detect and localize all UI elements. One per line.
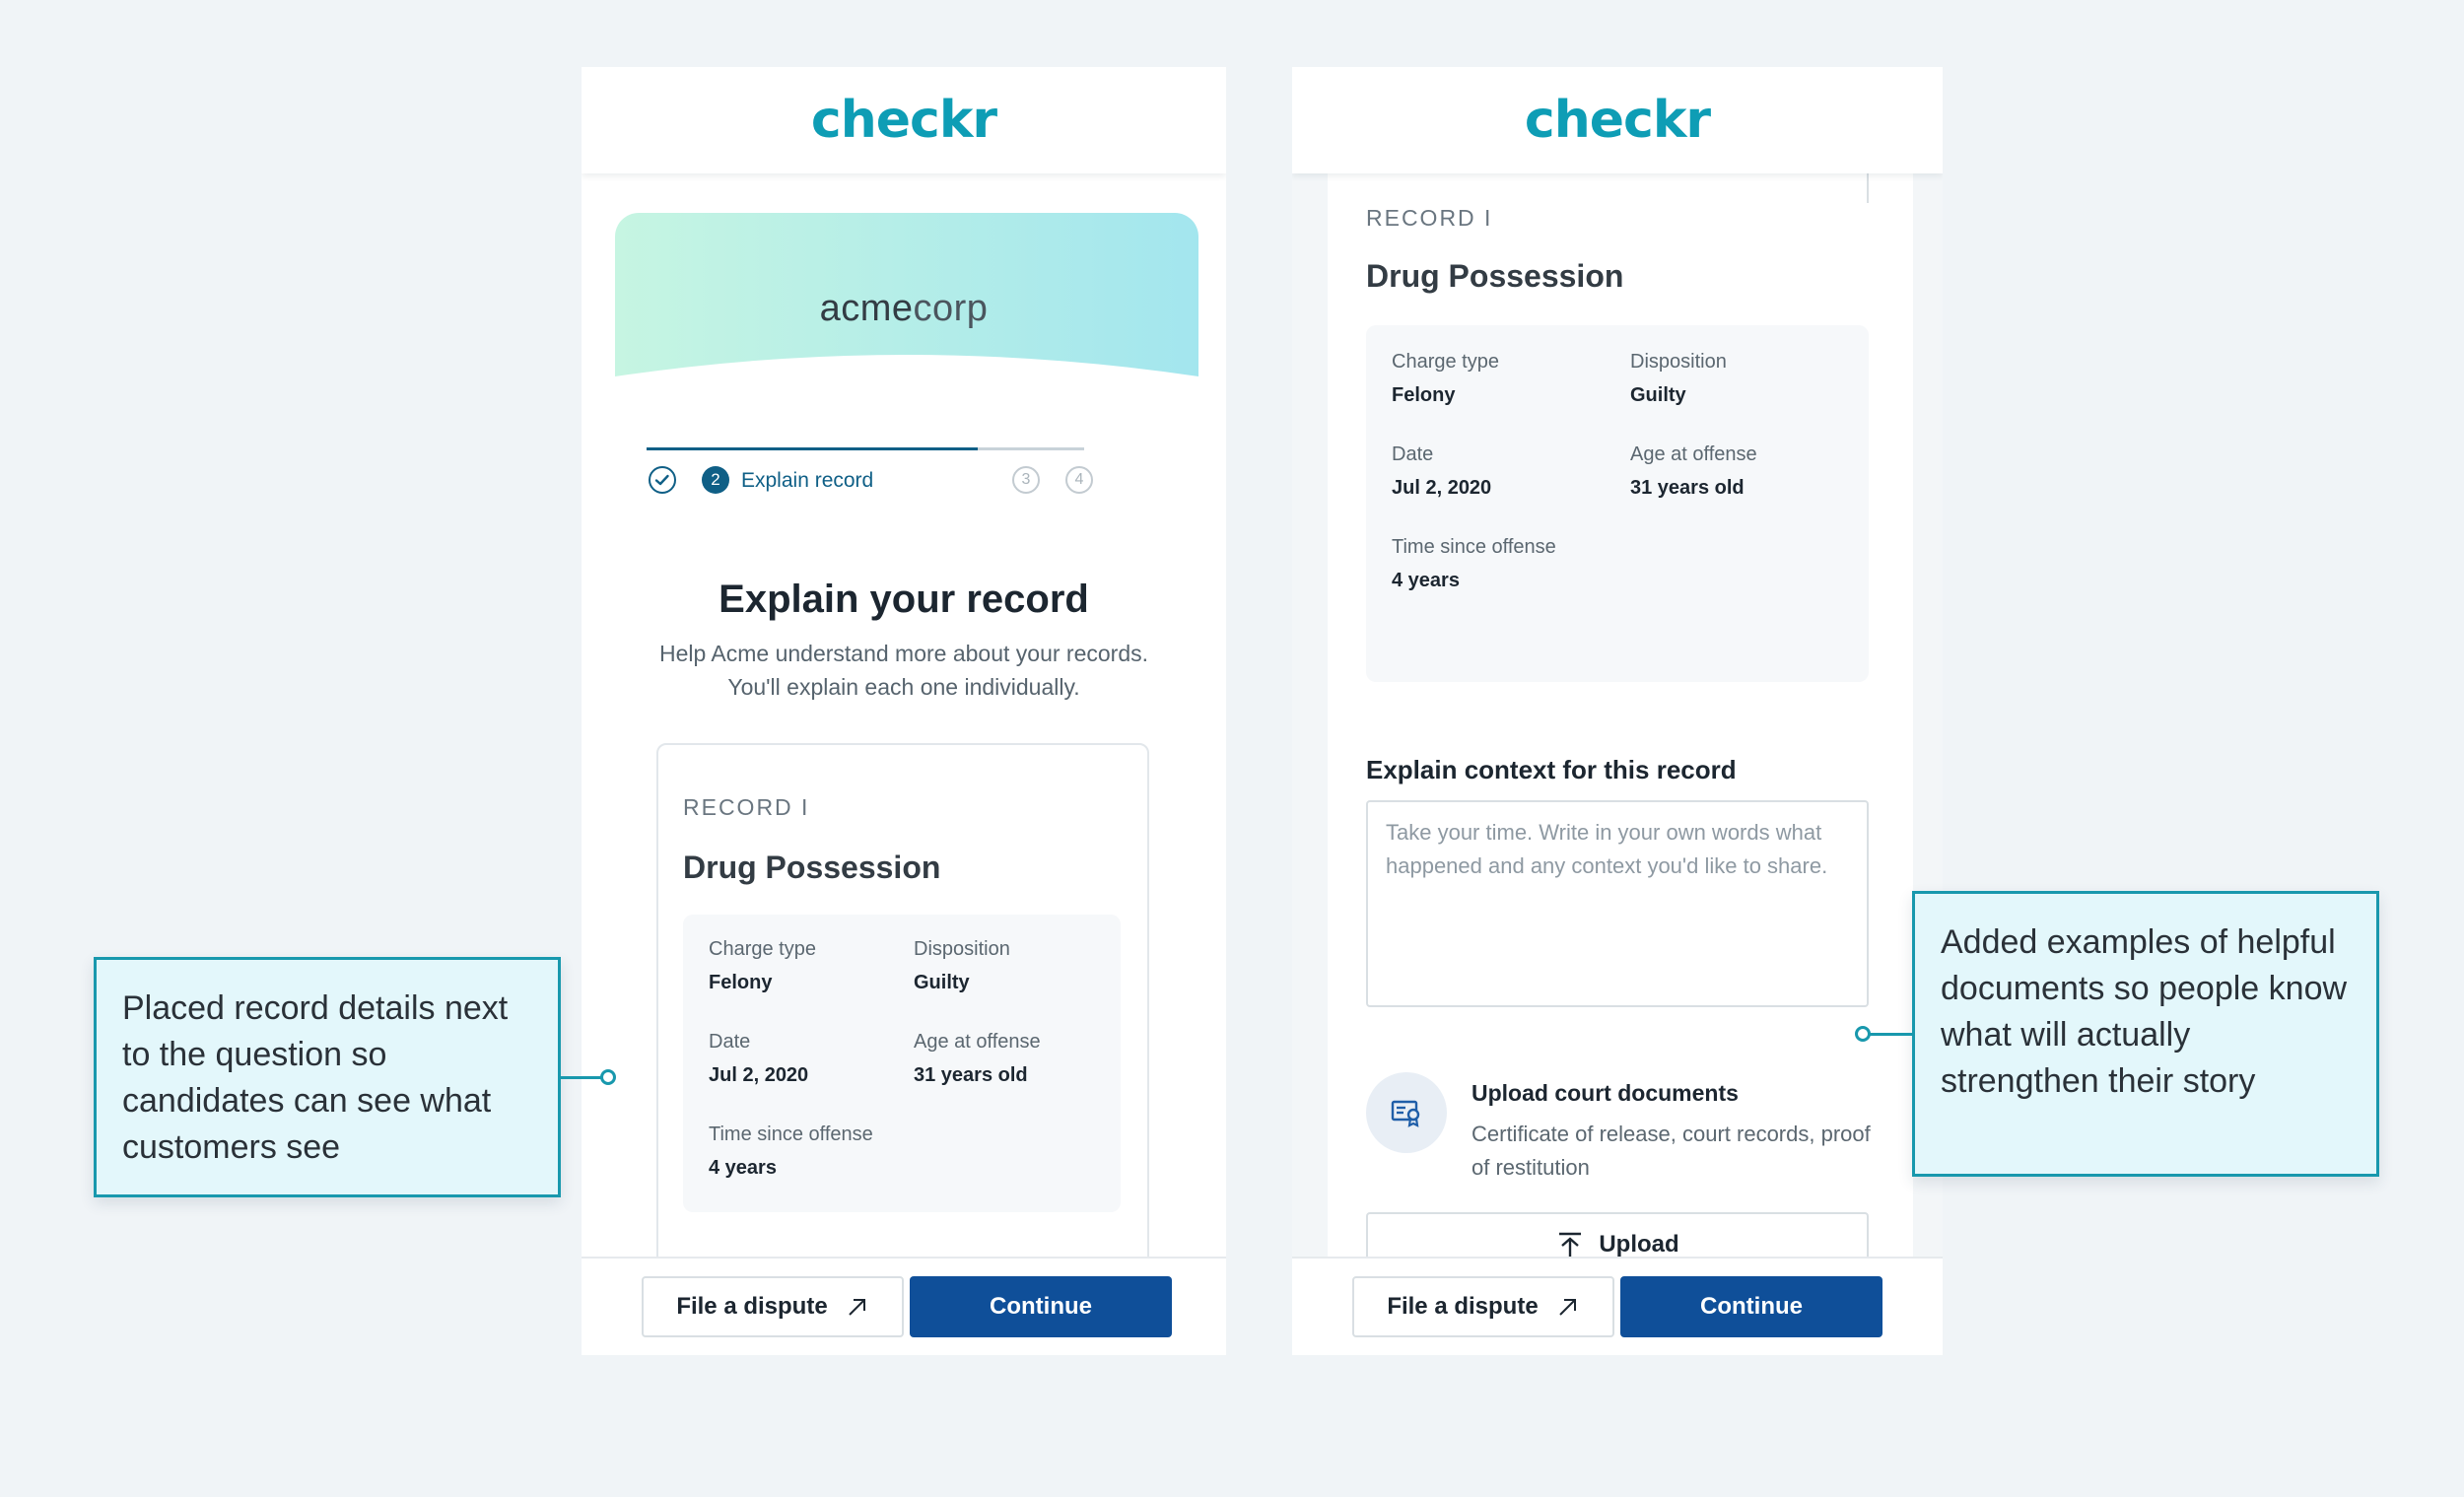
annotation-record-details: Placed record details next to the questi… xyxy=(94,957,561,1197)
page-title: Explain your record xyxy=(719,578,1089,621)
record-details: Charge type Felony Disposition Guilty Da… xyxy=(683,915,1121,1212)
time-since-label: Time since offense xyxy=(709,1123,873,1145)
context-textarea[interactable] xyxy=(1366,800,1869,1007)
disposition-label: Disposition xyxy=(914,938,1010,960)
step-2-label: Explain record xyxy=(741,469,874,492)
disposition-value: Guilty xyxy=(914,972,970,993)
step-4-indicator: 4 xyxy=(1065,466,1093,494)
upload-arrow-icon xyxy=(1559,1232,1582,1258)
scroll-card-edge xyxy=(1867,173,1869,203)
certificate-icon xyxy=(1391,1100,1420,1127)
checkr-logo: checkr xyxy=(1524,91,1711,150)
context-field-label: Explain context for this record xyxy=(1366,755,1737,784)
disposition-label: Disposition xyxy=(1630,351,1727,373)
charge-type-value: Felony xyxy=(709,972,773,993)
annotation-helpful-documents: Added examples of helpful documents so p… xyxy=(1912,891,2379,1177)
age-value: 31 years old xyxy=(1630,477,1745,499)
date-label: Date xyxy=(1392,443,1434,465)
continue-button[interactable]: Continue xyxy=(1620,1276,1882,1337)
upload-description: Certificate of release, court records, p… xyxy=(1472,1122,1871,1180)
annotation-connector-left xyxy=(561,1076,604,1079)
file-dispute-label: File a dispute xyxy=(1387,1293,1539,1320)
annotation-connector-right xyxy=(1867,1033,1912,1036)
company-logo: acmecorp xyxy=(819,288,989,329)
file-dispute-button[interactable]: File a dispute xyxy=(642,1276,904,1337)
age-label: Age at offense xyxy=(1630,443,1757,465)
page-subtitle: Help Acme understand more about your rec… xyxy=(658,641,1149,700)
charge-type-value: Felony xyxy=(1392,384,1456,406)
phone-screen-explain-record: checkr acmecorp 2 Explain record 3 4 Exp… xyxy=(582,67,1226,1355)
charge-type-label: Charge type xyxy=(1392,351,1499,373)
date-value: Jul 2, 2020 xyxy=(1392,477,1492,499)
app-header: checkr xyxy=(582,67,1226,173)
upload-button-label: Upload xyxy=(1599,1231,1679,1258)
file-dispute-button[interactable]: File a dispute xyxy=(1352,1276,1614,1337)
checkr-logo: checkr xyxy=(810,91,997,150)
record-eyebrow: RECORD I xyxy=(1366,205,1493,231)
app-header: checkr xyxy=(1292,67,1943,173)
date-value: Jul 2, 2020 xyxy=(709,1064,809,1086)
time-since-label: Time since offense xyxy=(1392,536,1556,558)
bottom-action-bar: File a dispute Continue xyxy=(582,1257,1226,1355)
disposition-value: Guilty xyxy=(1630,384,1686,406)
bottom-action-bar: File a dispute Continue xyxy=(1292,1257,1943,1355)
record-card: RECORD I Drug Possession Charge type Fel… xyxy=(656,743,1149,1295)
record-details: Charge type Felony Disposition Guilty Da… xyxy=(1366,325,1869,682)
time-since-value: 4 years xyxy=(1392,570,1460,591)
file-dispute-label: File a dispute xyxy=(676,1293,828,1320)
continue-button[interactable]: Continue xyxy=(910,1276,1172,1337)
phone-screen-record-context: checkr RECORD I Drug Possession Charge t… xyxy=(1292,67,1943,1355)
step-2-indicator: 2 xyxy=(702,466,729,494)
external-arrow-icon xyxy=(848,1299,865,1316)
time-since-value: 4 years xyxy=(709,1157,777,1179)
step-1-complete-icon xyxy=(649,466,676,494)
record-title: Drug Possession xyxy=(683,850,941,885)
step-3-indicator: 3 xyxy=(1012,466,1040,494)
record-title: Drug Possession xyxy=(1366,258,1624,294)
record-eyebrow: RECORD I xyxy=(683,794,810,820)
annotation-dot-right xyxy=(1855,1026,1871,1042)
charge-type-label: Charge type xyxy=(709,938,816,960)
upload-title: Upload court documents xyxy=(1472,1080,1739,1106)
external-arrow-icon xyxy=(1558,1299,1576,1316)
age-value: 31 years old xyxy=(914,1064,1028,1086)
progress-fill xyxy=(647,447,978,450)
annotation-dot-left xyxy=(600,1069,616,1085)
date-label: Date xyxy=(709,1031,751,1053)
age-label: Age at offense xyxy=(914,1031,1041,1053)
upload-documents-icon-wrap xyxy=(1366,1072,1447,1153)
